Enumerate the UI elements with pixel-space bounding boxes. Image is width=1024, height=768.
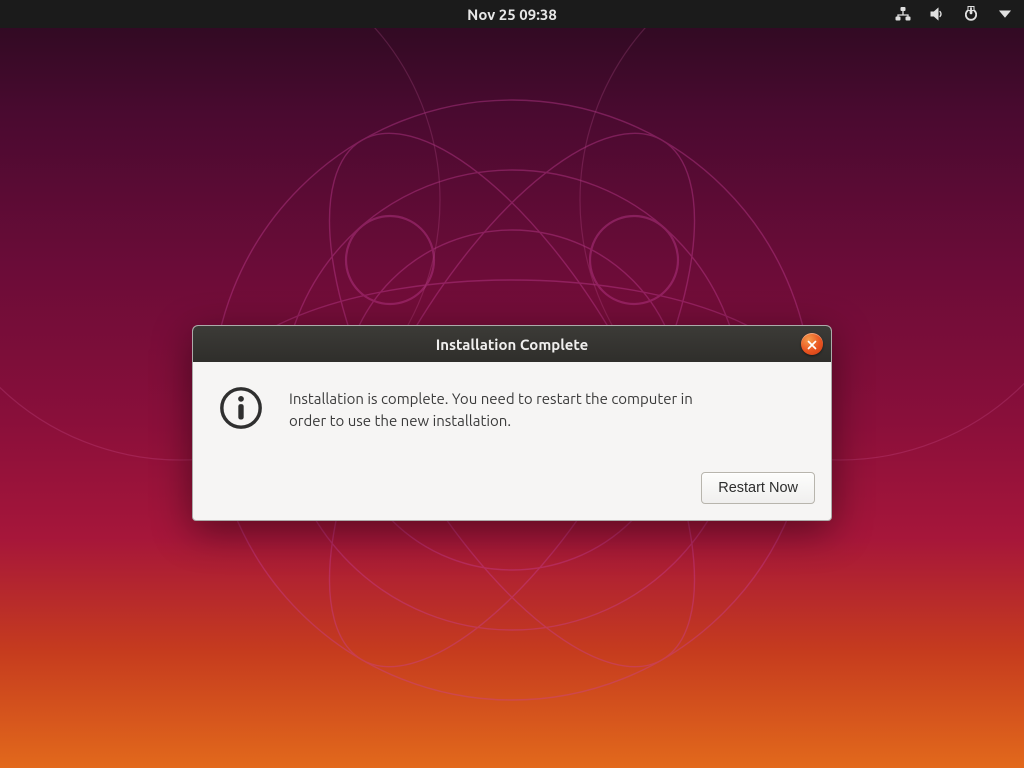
network-icon[interactable]	[894, 5, 912, 23]
system-tray	[894, 0, 1014, 28]
clock-label: Nov 25 09:38	[467, 6, 557, 23]
dialog-message: Installation is complete. You need to re…	[289, 384, 709, 432]
close-button[interactable]	[801, 333, 823, 355]
dialog-body: Installation is complete. You need to re…	[193, 362, 831, 472]
dialog-actions: Restart Now	[193, 472, 831, 520]
restart-now-button[interactable]: Restart Now	[701, 472, 815, 504]
dialog-titlebar[interactable]: Installation Complete	[193, 326, 831, 362]
power-icon[interactable]	[962, 5, 980, 23]
close-icon	[807, 336, 817, 353]
chevron-down-icon[interactable]	[996, 5, 1014, 23]
installation-complete-dialog: Installation Complete Installation is co…	[192, 325, 832, 521]
desktop: Nov 25 09:38	[0, 0, 1024, 768]
dialog-title: Installation Complete	[436, 336, 589, 353]
info-icon	[217, 384, 265, 432]
volume-icon[interactable]	[928, 5, 946, 23]
topbar: Nov 25 09:38	[0, 0, 1024, 28]
